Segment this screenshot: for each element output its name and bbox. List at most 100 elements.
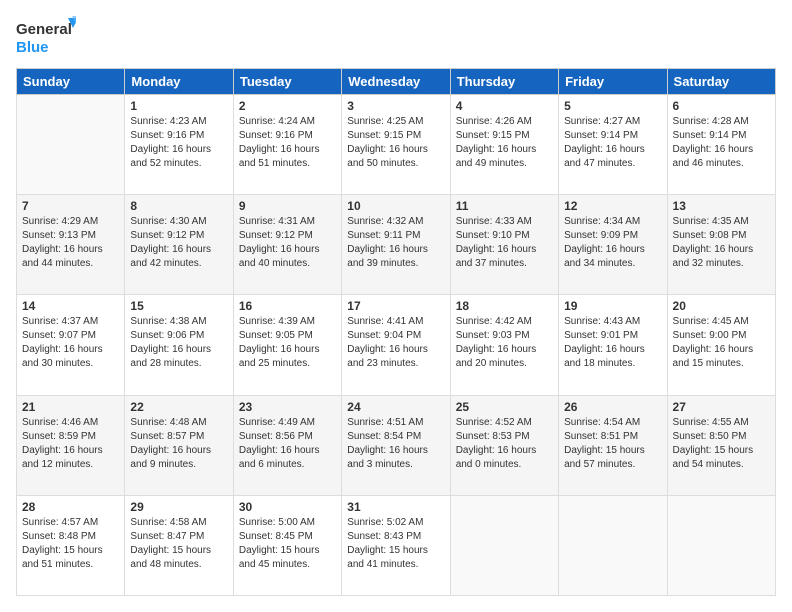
col-header-sunday: Sunday xyxy=(17,69,125,95)
day-info: Sunrise: 4:41 AM Sunset: 9:04 PM Dayligh… xyxy=(347,315,444,371)
header: General Blue xyxy=(16,16,776,60)
day-cell: 13Sunrise: 4:35 AM Sunset: 9:08 PM Dayli… xyxy=(667,195,775,295)
svg-text:General: General xyxy=(16,21,72,38)
day-number: 25 xyxy=(456,400,553,414)
day-cell: 8Sunrise: 4:30 AM Sunset: 9:12 PM Daylig… xyxy=(125,195,233,295)
day-number: 14 xyxy=(22,299,119,313)
day-info: Sunrise: 4:42 AM Sunset: 9:03 PM Dayligh… xyxy=(456,315,553,371)
day-info: Sunrise: 4:48 AM Sunset: 8:57 PM Dayligh… xyxy=(130,416,227,472)
day-cell: 28 Sunrise: 4:57 AM Sunset: 8:48 PM Dayli… xyxy=(17,495,125,595)
col-header-tuesday: Tuesday xyxy=(233,69,341,95)
col-header-saturday: Saturday xyxy=(667,69,775,95)
day-cell: 18 Sunrise: 4:42 AM Sunset: 9:03 PM Dayli… xyxy=(450,295,558,395)
day-cell xyxy=(17,95,125,195)
day-cell: 10 Sunrise: 4:32 AM Sunset: 9:11 PM Dayli… xyxy=(342,195,450,295)
day-number: 11 xyxy=(456,199,553,213)
day-cell: 2 Sunrise: 4:24 AM Sunset: 9:16 PM Daylig… xyxy=(233,95,341,195)
day-info: Sunrise: 4:27 AM Sunset: 9:14 PM Dayligh… xyxy=(564,115,661,171)
day-number: 4 xyxy=(456,99,553,113)
day-number: 31 xyxy=(347,500,444,514)
day-info: Sunrise: 5:02 AM Sunset: 8:43 PM Dayligh… xyxy=(347,516,444,572)
day-info: Sunrise: 4:29 AM Sunset: 9:13 PM Dayligh… xyxy=(22,215,119,271)
page: General Blue SundayMondayTuesdayWednesda… xyxy=(0,0,792,612)
day-cell: 3Sunrise: 4:25 AM Sunset: 9:15 PM Daylig… xyxy=(342,95,450,195)
day-number: 17 xyxy=(347,299,444,313)
day-number: 1 xyxy=(130,99,227,113)
day-info: Sunrise: 4:39 AM Sunset: 9:05 PM Dayligh… xyxy=(239,315,336,371)
day-cell xyxy=(450,495,558,595)
day-info: Sunrise: 4:37 AM Sunset: 9:07 PM Dayligh… xyxy=(22,315,119,371)
day-cell: 21 Sunrise: 4:46 AM Sunset: 8:59 PM Dayli… xyxy=(17,395,125,495)
day-number: 20 xyxy=(673,299,770,313)
week-row-3: 14 Sunrise: 4:37 AM Sunset: 9:07 PM Dayli… xyxy=(17,295,776,395)
day-number: 21 xyxy=(22,400,119,414)
day-cell: 25 Sunrise: 4:52 AM Sunset: 8:53 PM Dayli… xyxy=(450,395,558,495)
svg-text:Blue: Blue xyxy=(16,39,49,56)
day-cell: 11 Sunrise: 4:33 AM Sunset: 9:10 PM Dayli… xyxy=(450,195,558,295)
day-info: Sunrise: 4:54 AM Sunset: 8:51 PM Dayligh… xyxy=(564,416,661,472)
day-info: Sunrise: 4:30 AM Sunset: 9:12 PM Dayligh… xyxy=(130,215,227,271)
day-info: Sunrise: 4:38 AM Sunset: 9:06 PM Dayligh… xyxy=(130,315,227,371)
logo-svg: General Blue xyxy=(16,16,76,60)
day-info: Sunrise: 4:49 AM Sunset: 8:56 PM Dayligh… xyxy=(239,416,336,472)
day-cell: 14 Sunrise: 4:37 AM Sunset: 9:07 PM Dayli… xyxy=(17,295,125,395)
header-row: SundayMondayTuesdayWednesdayThursdayFrid… xyxy=(17,69,776,95)
day-info: Sunrise: 4:57 AM Sunset: 8:48 PM Dayligh… xyxy=(22,516,119,572)
day-info: Sunrise: 4:45 AM Sunset: 9:00 PM Dayligh… xyxy=(673,315,770,371)
day-number: 18 xyxy=(456,299,553,313)
week-row-5: 28 Sunrise: 4:57 AM Sunset: 8:48 PM Dayli… xyxy=(17,495,776,595)
day-cell: 26 Sunrise: 4:54 AM Sunset: 8:51 PM Dayli… xyxy=(559,395,667,495)
day-number: 16 xyxy=(239,299,336,313)
day-info: Sunrise: 4:24 AM Sunset: 9:16 PM Dayligh… xyxy=(239,115,336,171)
day-cell: 23Sunrise: 4:49 AM Sunset: 8:56 PM Dayli… xyxy=(233,395,341,495)
day-cell: 4Sunrise: 4:26 AM Sunset: 9:15 PM Daylig… xyxy=(450,95,558,195)
day-number: 26 xyxy=(564,400,661,414)
calendar: SundayMondayTuesdayWednesdayThursdayFrid… xyxy=(16,68,776,596)
day-number: 24 xyxy=(347,400,444,414)
day-info: Sunrise: 4:51 AM Sunset: 8:54 PM Dayligh… xyxy=(347,416,444,472)
day-cell: 17 Sunrise: 4:41 AM Sunset: 9:04 PM Dayli… xyxy=(342,295,450,395)
day-cell: 1 Sunrise: 4:23 AM Sunset: 9:16 PM Daylig… xyxy=(125,95,233,195)
week-row-1: 1 Sunrise: 4:23 AM Sunset: 9:16 PM Daylig… xyxy=(17,95,776,195)
day-number: 29 xyxy=(130,500,227,514)
day-number: 15 xyxy=(130,299,227,313)
day-cell: 27 Sunrise: 4:55 AM Sunset: 8:50 PM Dayli… xyxy=(667,395,775,495)
day-cell: 19 Sunrise: 4:43 AM Sunset: 9:01 PM Dayli… xyxy=(559,295,667,395)
day-info: Sunrise: 4:33 AM Sunset: 9:10 PM Dayligh… xyxy=(456,215,553,271)
day-info: Sunrise: 4:34 AM Sunset: 9:09 PM Dayligh… xyxy=(564,215,661,271)
day-number: 2 xyxy=(239,99,336,113)
day-info: Sunrise: 4:23 AM Sunset: 9:16 PM Dayligh… xyxy=(130,115,227,171)
day-number: 19 xyxy=(564,299,661,313)
logo: General Blue xyxy=(16,16,76,60)
day-cell xyxy=(559,495,667,595)
col-header-monday: Monday xyxy=(125,69,233,95)
day-info: Sunrise: 4:43 AM Sunset: 9:01 PM Dayligh… xyxy=(564,315,661,371)
day-info: Sunrise: 4:52 AM Sunset: 8:53 PM Dayligh… xyxy=(456,416,553,472)
day-cell: 15 Sunrise: 4:38 AM Sunset: 9:06 PM Dayli… xyxy=(125,295,233,395)
day-info: Sunrise: 4:31 AM Sunset: 9:12 PM Dayligh… xyxy=(239,215,336,271)
day-cell: 9Sunrise: 4:31 AM Sunset: 9:12 PM Daylig… xyxy=(233,195,341,295)
day-info: Sunrise: 4:46 AM Sunset: 8:59 PM Dayligh… xyxy=(22,416,119,472)
day-cell: 7Sunrise: 4:29 AM Sunset: 9:13 PM Daylig… xyxy=(17,195,125,295)
day-cell: 20 Sunrise: 4:45 AM Sunset: 9:00 PM Dayli… xyxy=(667,295,775,395)
day-cell: 5 Sunrise: 4:27 AM Sunset: 9:14 PM Daylig… xyxy=(559,95,667,195)
day-number: 10 xyxy=(347,199,444,213)
day-info: Sunrise: 4:58 AM Sunset: 8:47 PM Dayligh… xyxy=(130,516,227,572)
day-cell xyxy=(667,495,775,595)
day-cell: 29 Sunrise: 4:58 AM Sunset: 8:47 PM Dayli… xyxy=(125,495,233,595)
day-number: 12 xyxy=(564,199,661,213)
day-cell: 6Sunrise: 4:28 AM Sunset: 9:14 PM Daylig… xyxy=(667,95,775,195)
day-number: 5 xyxy=(564,99,661,113)
day-number: 22 xyxy=(130,400,227,414)
day-cell: 22 Sunrise: 4:48 AM Sunset: 8:57 PM Dayli… xyxy=(125,395,233,495)
day-info: Sunrise: 4:55 AM Sunset: 8:50 PM Dayligh… xyxy=(673,416,770,472)
day-number: 27 xyxy=(673,400,770,414)
day-info: Sunrise: 5:00 AM Sunset: 8:45 PM Dayligh… xyxy=(239,516,336,572)
week-row-2: 7Sunrise: 4:29 AM Sunset: 9:13 PM Daylig… xyxy=(17,195,776,295)
day-info: Sunrise: 4:35 AM Sunset: 9:08 PM Dayligh… xyxy=(673,215,770,271)
day-info: Sunrise: 4:32 AM Sunset: 9:11 PM Dayligh… xyxy=(347,215,444,271)
day-number: 28 xyxy=(22,500,119,514)
col-header-wednesday: Wednesday xyxy=(342,69,450,95)
col-header-friday: Friday xyxy=(559,69,667,95)
day-number: 30 xyxy=(239,500,336,514)
